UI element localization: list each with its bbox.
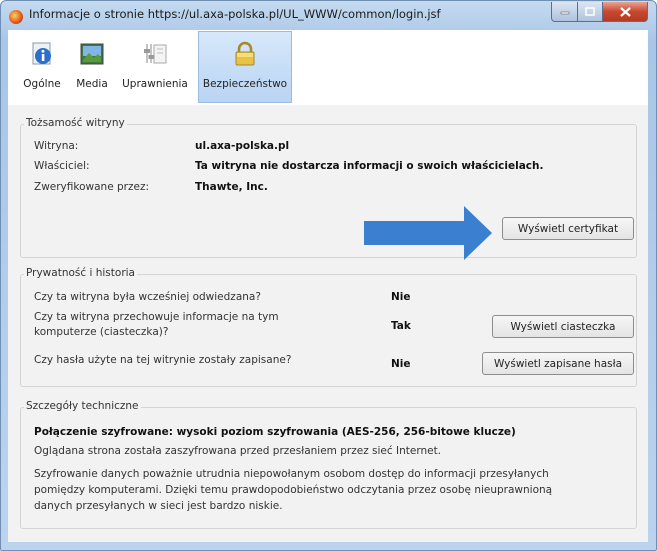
maximize-icon xyxy=(585,7,595,16)
tab-media-label: Media xyxy=(76,78,108,90)
verified-by-value: Thawte, Inc. xyxy=(195,181,268,193)
tab-security-label: Bezpieczeństwo xyxy=(202,78,288,90)
encryption-paragraph-line1: Szyfrowanie danych poważnie utrudnia nie… xyxy=(34,468,549,480)
media-picture-icon xyxy=(80,43,104,65)
tab-toolbar: Ogólne Media Uprawnienia Bezpieczeństwo xyxy=(8,30,648,106)
annotation-arrow-icon xyxy=(364,206,492,260)
site-value: ul.axa-polska.pl xyxy=(195,140,290,152)
firefox-icon xyxy=(9,10,23,24)
passwords-answer: Nie xyxy=(391,358,411,370)
visited-answer: Nie xyxy=(391,291,411,303)
permissions-sliders-icon xyxy=(144,44,167,64)
tab-permissions-label: Uprawnienia xyxy=(122,78,188,90)
minimize-button[interactable] xyxy=(551,2,578,22)
padlock-icon xyxy=(235,41,255,66)
verified-by-label: Zweryfikowane przez: xyxy=(34,181,149,193)
technical-group-label: Szczegóły techniczne xyxy=(24,400,141,412)
window-title: Informacje o stronie https://ul.axa-pols… xyxy=(29,7,441,21)
close-icon xyxy=(619,6,631,17)
passwords-question: Czy hasła użyte na tej witrynie zostały … xyxy=(34,354,292,366)
encryption-paragraph-line3: danych przesyłanych w sieci jest bardzo … xyxy=(34,500,283,512)
tab-security[interactable]: Bezpieczeństwo xyxy=(198,31,292,103)
tab-general-label: Ogólne xyxy=(23,78,61,90)
owner-value: Ta witryna nie dostarcza informacji o sw… xyxy=(195,160,544,172)
maximize-button[interactable] xyxy=(578,2,603,22)
site-label: Witryna: xyxy=(34,140,79,152)
identity-group-label: Tożsamość witryny xyxy=(24,117,127,129)
tab-media[interactable]: Media xyxy=(70,32,114,102)
encryption-line: Oglądana strona została zaszyfrowana prz… xyxy=(34,445,442,457)
cookies-question-line1: Czy ta witryna przechowuje informacje na… xyxy=(34,311,279,323)
window-controls xyxy=(551,2,648,22)
view-saved-passwords-button[interactable]: Wyświetl zapisane hasła xyxy=(482,352,634,375)
minimize-icon xyxy=(560,11,569,14)
close-button[interactable] xyxy=(603,2,648,22)
tab-permissions[interactable]: Uprawnienia xyxy=(119,32,191,102)
cookies-answer: Tak xyxy=(391,320,411,332)
view-certificate-button[interactable]: Wyświetl certyfikat xyxy=(502,217,634,240)
owner-label: Właściciel: xyxy=(34,160,90,172)
visited-question: Czy ta witryna była wcześniej odwiedzana… xyxy=(34,291,261,303)
cookies-question-line2: komputerze (ciasteczka)? xyxy=(34,326,169,338)
encryption-paragraph-line2: pomiędzy komputerami. Dzięki temu prawdo… xyxy=(34,484,553,496)
privacy-group-label: Prywatność i historia xyxy=(24,267,137,279)
view-cookies-button[interactable]: Wyświetl ciasteczka xyxy=(492,315,634,338)
title-bar[interactable]: Informacje o stronie https://ul.axa-pols… xyxy=(1,1,656,31)
tab-general[interactable]: Ogólne xyxy=(18,32,66,102)
page-info-window: Informacje o stronie https://ul.axa-pols… xyxy=(0,0,657,551)
security-panel: Tożsamość witryny Witryna: ul.axa-polska… xyxy=(8,105,648,542)
encryption-headline: Połączenie szyfrowane: wysoki poziom szy… xyxy=(34,426,516,438)
info-page-icon xyxy=(32,42,51,65)
